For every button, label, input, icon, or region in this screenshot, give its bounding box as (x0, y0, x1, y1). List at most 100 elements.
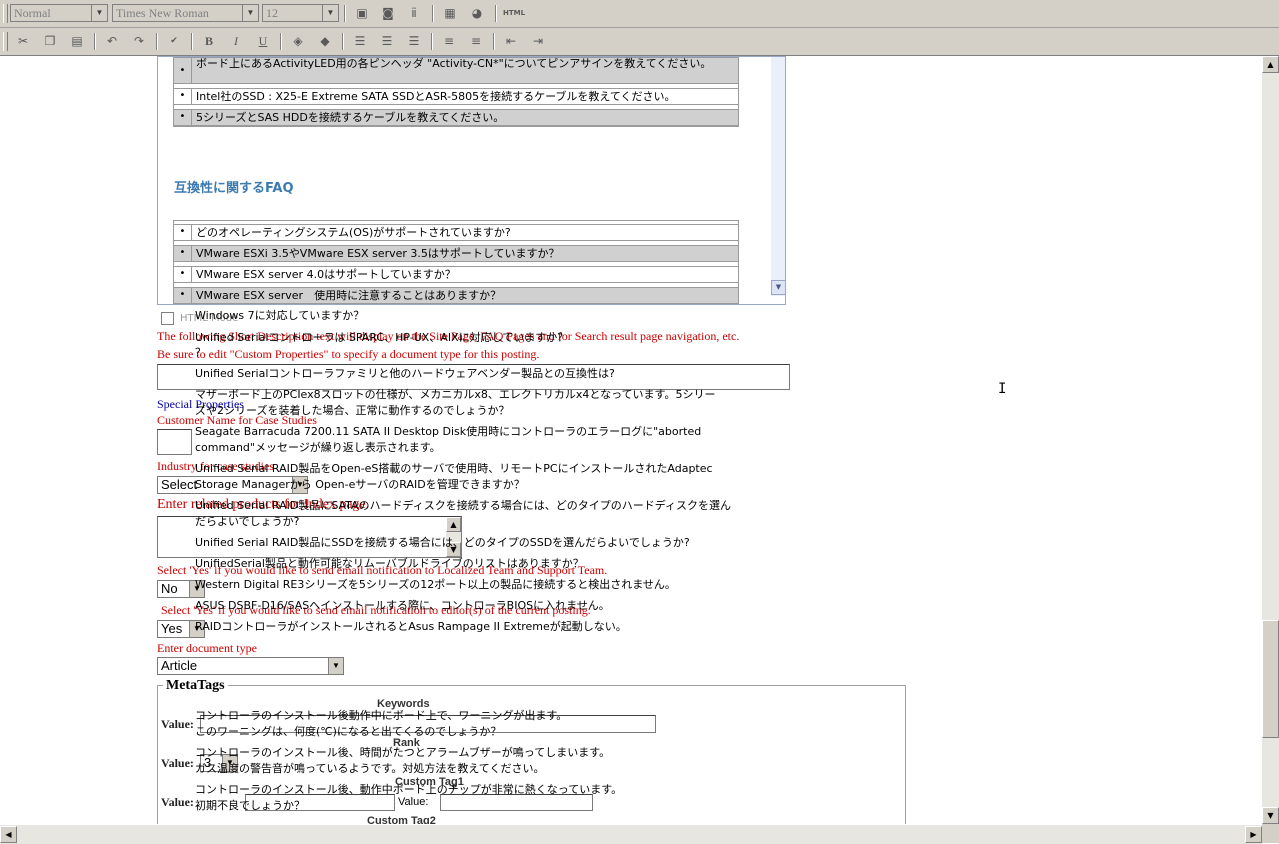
overflow-faq-line: コントローラのインストール後、動作中ボード上のチップが非常に熱くなっています。 (195, 783, 623, 796)
custom-tag1-value-label: Value: (161, 795, 194, 809)
bold-button[interactable]: B (199, 32, 219, 51)
toolbar-separator (431, 33, 433, 50)
toolbar-separator (342, 33, 344, 50)
outdent-button[interactable]: ⇤ (501, 32, 521, 51)
rich-text-editor-frame[interactable]: • ボード上にあるActivityLED用の各ピンヘッダ "Activity-CN… (157, 56, 786, 305)
overflow-faq-line: ？ (195, 346, 206, 359)
chevron-down-icon[interactable]: ▼ (1262, 807, 1279, 824)
chevron-down-icon: ▼ (322, 5, 338, 21)
overflow-faq-line: Unified Serialコントローラは SPARC、HP-UX、AIXに対応… (195, 331, 569, 344)
align-right-icon: ☰ (408, 34, 420, 48)
align-right-button[interactable]: ☰ (404, 32, 424, 51)
faq-row[interactable]: • 5シリーズとSAS HDDを接続するケーブルを教えてください。 (173, 109, 739, 126)
align-left-icon: ☰ (354, 34, 366, 48)
insert-table-button[interactable]: ▦ (440, 4, 460, 23)
overflow-faq-line: だらよいでしょうか? (195, 515, 300, 528)
outdent-icon: ⇤ (505, 34, 517, 48)
document-type-select[interactable]: Article ▼ (157, 657, 344, 675)
table-icon: ▦ (444, 6, 456, 20)
overflow-faq-line: Unified Serialコントローラファミリと他のハードウェアベンダー製品と… (195, 367, 615, 380)
faq-row[interactable]: • Intel社のSSD : X25-E Extreme SATA SSDとASR… (173, 88, 739, 105)
scrollbar-corner (1262, 824, 1279, 843)
toolbar-separator (495, 5, 497, 22)
style-select[interactable]: Normal ▼ (10, 4, 108, 22)
toolbar-separator (191, 33, 193, 50)
numbered-list-button[interactable]: ≡ (439, 32, 459, 51)
numbered-list-icon: ≡ (443, 34, 455, 48)
faq-row[interactable]: • VMware ESX server 使用時に注意することはありますか？ (173, 287, 739, 304)
toolbar-separator (344, 5, 346, 22)
overflow-faq-line: Windows 7に対応していますか？ (195, 309, 365, 322)
page-vertical-scrollbar[interactable]: ▲ ▼ (1262, 56, 1279, 824)
align-left-button[interactable]: ☰ (350, 32, 370, 51)
faq-row[interactable]: • ボード上にあるActivityLED用の各ピンヘッダ "Activity-CN… (173, 57, 739, 84)
cut-button[interactable]: ✂ (13, 32, 33, 51)
chevron-right-icon[interactable]: ▶ (1245, 826, 1262, 843)
paste-icon: ▤ (71, 34, 83, 48)
chevron-up-icon[interactable]: ▲ (1262, 56, 1279, 73)
overflow-faq-line: 初期不良でしょうか？ (195, 799, 305, 812)
font-size-select[interactable]: 12 ▼ (262, 4, 339, 22)
overflow-faq-line: マザーボード上のPCIex8スロットの仕様が、メカニカルx8、エレクトリカルx4… (195, 388, 716, 401)
toolbar-grip[interactable] (3, 4, 8, 23)
insert-media-button[interactable]: ◙ (378, 4, 398, 23)
overflow-faq-line: コントローラのインストール後、時間がたつとアラームブザーが鳴ってしまいます。 (195, 746, 611, 759)
text-cursor-icon: I (998, 381, 1007, 397)
html-view-button[interactable]: HTML (502, 4, 526, 23)
document-type-label: Enter document type (157, 641, 257, 655)
copy-button[interactable]: ❐ (40, 32, 60, 51)
faq-row[interactable]: • VMware ESX server 4.0はサポートしていますか？ (173, 266, 739, 283)
faq-row[interactable]: • どのオペレーティングシステム(OS)がサポートされていますか? (173, 224, 739, 241)
customer-name-input[interactable] (157, 429, 192, 455)
scroll-thumb[interactable] (1262, 620, 1279, 738)
spellcheck-button[interactable]: ✔ (164, 32, 184, 51)
font-color-button[interactable]: ◈ (288, 32, 308, 51)
insert-image-button[interactable]: ▣ (352, 4, 372, 23)
indent-icon: ⇥ (532, 34, 544, 48)
paste-button[interactable]: ▤ (67, 32, 87, 51)
redo-icon: ↷ (133, 34, 145, 48)
underline-button[interactable]: U (253, 32, 273, 51)
bullet-list-button[interactable]: ≡ (466, 32, 486, 51)
toolbar-separator (280, 33, 282, 50)
align-center-button[interactable]: ☰ (377, 32, 397, 51)
custom-tag1-second-value-label: Value: (398, 796, 429, 808)
chevron-down-icon[interactable]: ▼ (771, 280, 785, 295)
highlight-button[interactable]: ◆ (315, 32, 335, 51)
chevron-left-icon[interactable]: ◀ (0, 826, 17, 843)
align-center-icon: ☰ (381, 34, 393, 48)
frame-vertical-scrollbar[interactable]: ▼ (771, 57, 785, 296)
scissors-icon: ✂ (17, 34, 29, 48)
overflow-faq-line: Unified Serial RAID製品にSSDを接続する場合には、どのタイプ… (195, 536, 690, 549)
undo-button[interactable]: ↶ (102, 32, 122, 51)
toolbar-separator (94, 33, 96, 50)
image-icon: ▣ (356, 6, 368, 20)
metatags-legend: MetaTags (163, 678, 228, 694)
overflow-faq-line: コントローラのインストール後動作中にボード上で、ワーニングが出ます。 (195, 709, 568, 722)
indent-button[interactable]: ⇥ (528, 32, 548, 51)
spellcheck-icon: ✔ (170, 36, 178, 46)
toolbar-separator (432, 5, 434, 22)
page-horizontal-scrollbar[interactable]: ◀ ▶ (0, 824, 1262, 844)
font-select[interactable]: Times New Roman ▼ (112, 4, 259, 22)
keywords-value-label: Value: (161, 717, 194, 731)
overflow-faq-line: Unified Serial RAID製品にSATAのハードディスクを接続する場… (195, 499, 732, 512)
paperclip-icon: ⅱ (411, 6, 417, 20)
italic-button[interactable]: I (226, 32, 246, 51)
overflow-faq-line: このワーニングは、何度(℃)になると出てくるのでしょうか？ (195, 725, 502, 738)
overflow-faq-line: Unified Serial RAID製品をOpen-eS搭載のサーバで使用時、… (195, 462, 713, 475)
overflow-faq-line: ASUS DSBF-D16/SASへインストールする際に、コントローラBIOSに… (195, 599, 610, 612)
overflow-faq-line: Seagate Barracuda 7200.11 SATA II Deskto… (195, 425, 702, 438)
media-icon: ◙ (382, 6, 394, 20)
insert-link-button[interactable]: ◕ (467, 4, 487, 23)
chevron-up-icon[interactable]: ▲ (446, 517, 461, 532)
redo-button[interactable]: ↷ (129, 32, 149, 51)
rank-value-label: Value: (161, 756, 194, 770)
overflow-faq-line: Storage Managerから Open-eサーバのRAIDを管理できますか… (195, 478, 525, 491)
toolbar-grip[interactable] (3, 32, 8, 51)
highlight-icon: ◆ (320, 34, 330, 48)
html-mode-checkbox[interactable] (161, 312, 174, 325)
insert-attachment-button[interactable]: ⅱ (404, 4, 424, 23)
faq-row[interactable]: • VMware ESXi 3.5やVMware ESX server 3.5はサ… (173, 245, 739, 262)
chevron-down-icon: ▼ (91, 5, 107, 21)
